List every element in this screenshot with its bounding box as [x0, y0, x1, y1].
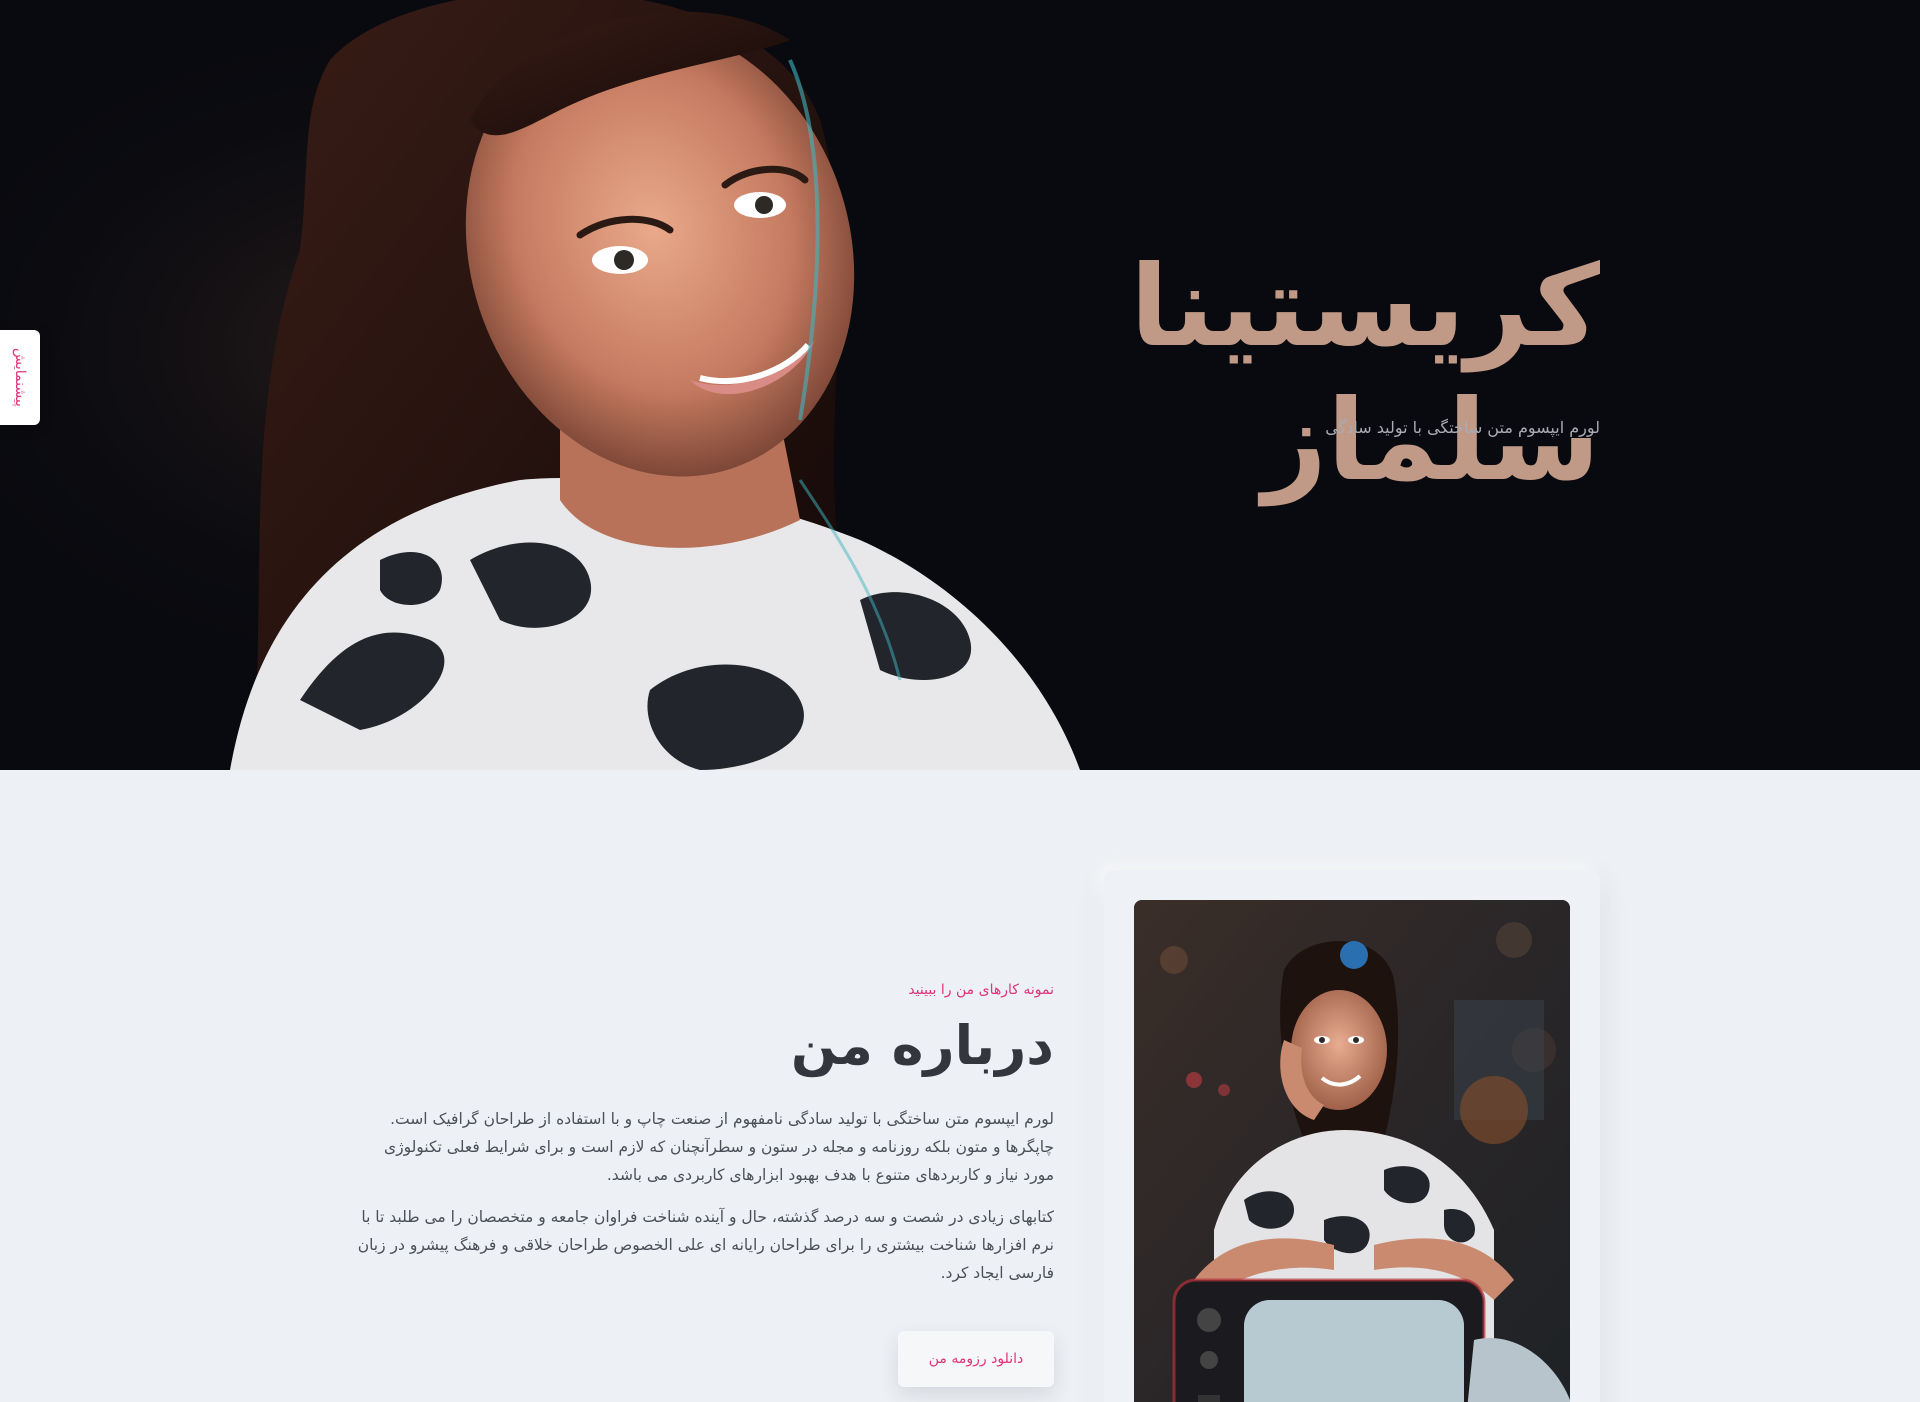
page: کریستینا سلماز لورم ایپسوم متن ساختگی با… [0, 0, 1920, 1402]
hero-title: کریستینا سلماز [1129, 242, 1600, 507]
about-section: نمونه کارهای من را ببینید درباره من لورم… [0, 770, 1920, 1402]
about-paragraph-1: لورم ایپسوم متن ساختگی با تولید سادگی نا… [383, 1110, 1054, 1185]
hero-subtitle: لورم ایپسوم متن ساختگی با تولید سادگی [1325, 418, 1600, 437]
portrait-card [1104, 870, 1600, 1402]
portrait-photo [1134, 900, 1570, 1402]
hero-section: کریستینا سلماز لورم ایپسوم متن ساختگی با… [0, 0, 1920, 770]
about-text-block: نمونه کارهای من را ببینید درباره من لورم… [354, 982, 1054, 1388]
preview-side-tab-label: پیشنمایش [12, 348, 28, 407]
about-eyebrow: نمونه کارهای من را ببینید [908, 982, 1054, 998]
download-resume-button[interactable]: دانلود رزومه من [898, 1331, 1054, 1388]
preview-side-tab[interactable]: پیشنمایش [0, 330, 40, 425]
about-paragraph-2: کتابهای زیادی در شصت و سه درصد گذشته، حا… [357, 1208, 1054, 1283]
about-title: درباره من [790, 1014, 1054, 1077]
